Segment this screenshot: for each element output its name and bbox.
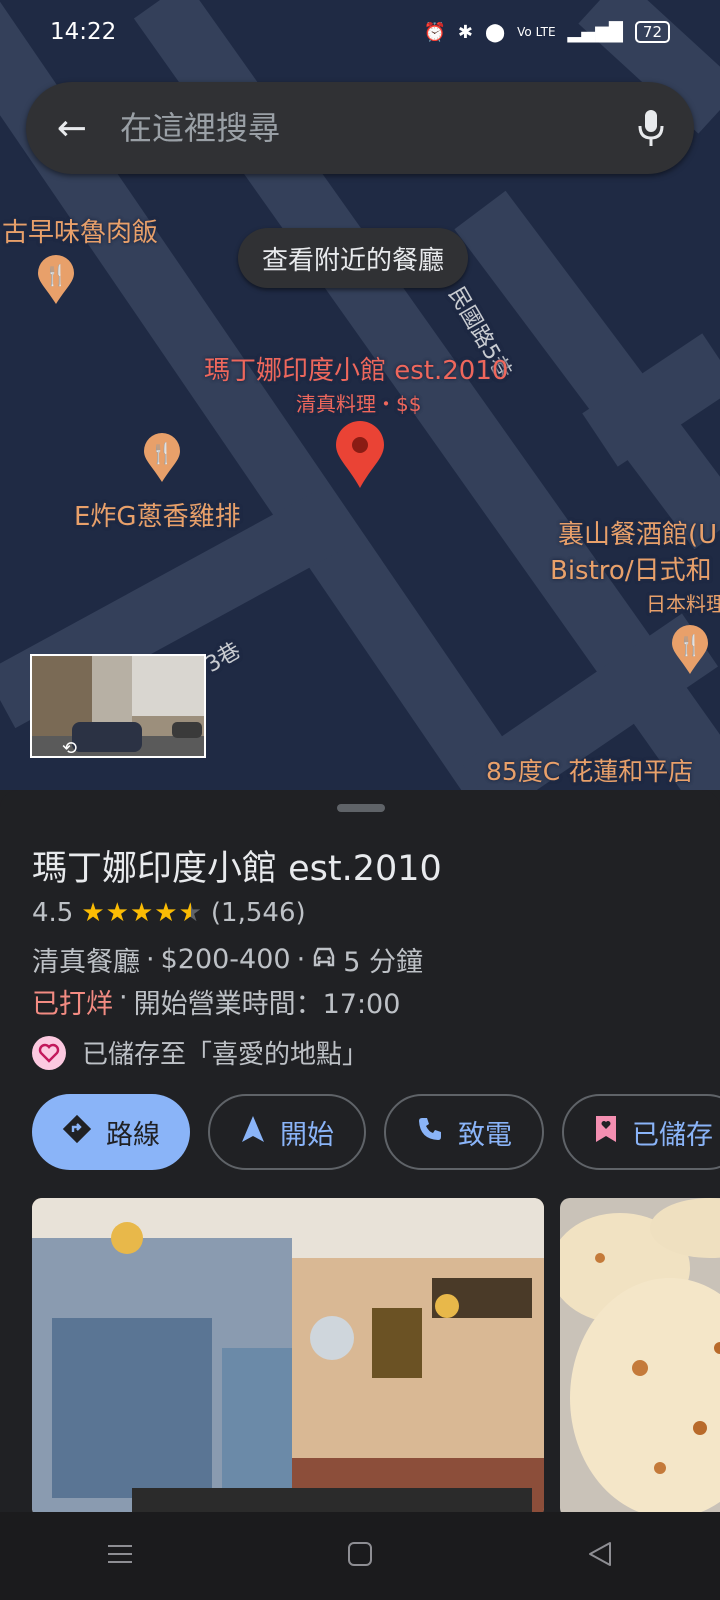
price-range: $200-400: [160, 944, 291, 975]
place-details-sheet[interactable]: 瑪丁娜印度小館 est.2010 4.5 ★★★★★ (1,546) 清真餐廳 …: [0, 790, 720, 1512]
separator-dot: ·: [296, 944, 306, 975]
star-rating-icon: ★★★★★: [81, 898, 203, 928]
opening-hours: 開始營業時間：17:00: [133, 989, 401, 1020]
call-label: 致電: [458, 1119, 512, 1151]
saved-list-text: 已儲存至「喜愛的地點」: [82, 1040, 369, 1070]
system-navigation-bar: [0, 1512, 720, 1600]
drag-handle[interactable]: [337, 804, 385, 812]
half-star-icon: ★: [178, 898, 203, 928]
status-time: 14:22: [50, 19, 117, 45]
start-label: 開始: [280, 1119, 334, 1151]
rating-row[interactable]: 4.5 ★★★★★ (1,546): [32, 898, 306, 928]
car-icon: [311, 944, 337, 975]
street-view-thumbnail[interactable]: ⟲: [30, 654, 206, 758]
photo-naan[interactable]: [560, 1198, 720, 1512]
signal-icon: ▂▄▆█: [567, 21, 623, 43]
review-count: (1,546): [210, 898, 306, 928]
svg-text:🍴: 🍴: [44, 263, 69, 287]
open-status: 已打烊: [32, 989, 113, 1020]
back-arrow-icon[interactable]: ←: [26, 108, 118, 149]
drive-time: 5 分鐘: [343, 947, 423, 978]
photo-carousel[interactable]: [32, 1198, 720, 1512]
alarm-icon: ⏰: [423, 21, 446, 43]
heart-icon: [32, 1035, 66, 1070]
photo-interior[interactable]: [32, 1198, 544, 1512]
selected-place-map-label[interactable]: 瑪丁娜印度小館 est.2010: [204, 350, 508, 387]
restaurant-pin-icon[interactable]: 🍴: [142, 432, 182, 488]
menu-icon[interactable]: [106, 1542, 134, 1570]
info-row: 清真餐廳 · $200-400 · 5 分鐘: [32, 940, 423, 979]
full-stars: ★★★★: [81, 898, 179, 928]
volte-icon: Vo LTE: [517, 25, 556, 39]
battery-icon: 72: [634, 21, 670, 43]
saved-button[interactable]: 已儲存: [562, 1094, 720, 1170]
svg-text:🍴: 🍴: [678, 633, 703, 657]
bookmark-heart-icon: [594, 1114, 618, 1151]
svg-text:🍴: 🍴: [150, 441, 175, 465]
map-label-bistro-1[interactable]: 裏山餐酒館(U: [558, 514, 717, 551]
navigation-arrow-icon: [240, 1114, 266, 1151]
saved-label: 已儲存: [632, 1119, 713, 1151]
rating-value: 4.5: [32, 898, 74, 928]
start-navigation-button[interactable]: 開始: [208, 1094, 366, 1170]
rotate-360-icon: ⟲: [62, 738, 77, 758]
home-icon[interactable]: [346, 1540, 374, 1572]
map-label-cafe[interactable]: 85度C 花蓮和平店: [486, 752, 693, 788]
status-bar: 14:22 ⏰ ✱ ⬤ Vo LTE ▂▄▆█ 72: [0, 0, 720, 64]
selected-place-pin-icon[interactable]: [334, 420, 386, 494]
map-view[interactable]: 14:22 ⏰ ✱ ⬤ Vo LTE ▂▄▆█ 72 ← 查看附近的餐廳 古早味…: [0, 0, 720, 790]
separator-dot: ·: [146, 944, 155, 975]
nearby-restaurants-chip[interactable]: 查看附近的餐廳: [238, 228, 469, 288]
location-icon: ⬤: [484, 21, 506, 43]
separator-dot: ·: [119, 982, 128, 1013]
restaurant-pin-icon[interactable]: 🍴: [670, 624, 710, 680]
microphone-icon[interactable]: [608, 108, 694, 148]
selected-place-map-sublabel: 清真料理・$$: [296, 392, 422, 416]
directions-icon: [62, 1114, 92, 1151]
call-button[interactable]: 致電: [384, 1094, 544, 1170]
place-category: 清真餐廳: [32, 947, 140, 978]
map-label-chicken[interactable]: E炸G蔥香雞排: [74, 496, 241, 533]
directions-button[interactable]: 路線: [32, 1094, 190, 1170]
directions-label: 路線: [106, 1119, 160, 1151]
place-title: 瑪丁娜印度小館 est.2010: [32, 849, 442, 889]
map-label-bistro-3: 日本料理: [646, 592, 720, 616]
restaurant-pin-icon[interactable]: 🍴: [36, 254, 76, 310]
saved-list-row[interactable]: 已儲存至「喜愛的地點」: [32, 1034, 368, 1071]
hours-row[interactable]: 已打烊 · 開始營業時間：17:00: [32, 982, 400, 1021]
status-icons: ⏰ ✱ ⬤ Vo LTE ▂▄▆█ 72: [423, 21, 670, 43]
bluetooth-icon: ✱: [457, 21, 473, 43]
phone-icon: [416, 1115, 444, 1150]
search-input[interactable]: [118, 108, 608, 148]
search-bar[interactable]: ←: [26, 82, 694, 174]
map-label-restaurant-topleft[interactable]: 古早味魯肉飯: [2, 212, 158, 249]
action-buttons: 路線 開始 致電 已儲存: [32, 1094, 720, 1170]
map-label-bistro-2[interactable]: Bistro/日式和: [550, 550, 712, 587]
back-triangle-icon[interactable]: [586, 1540, 614, 1572]
